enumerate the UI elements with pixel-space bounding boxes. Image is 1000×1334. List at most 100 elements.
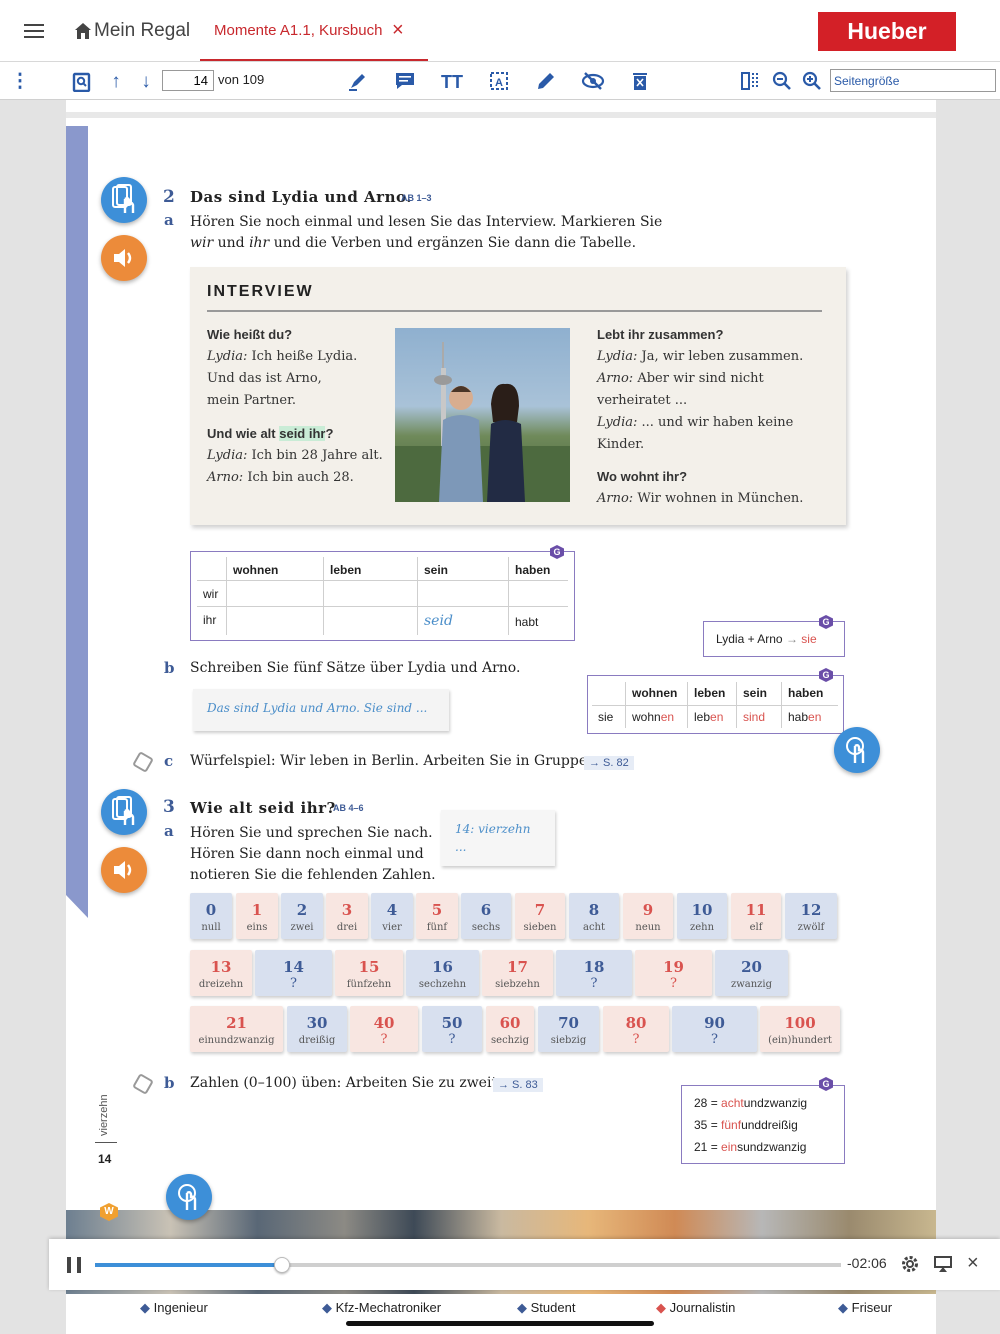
number-tile: 90? bbox=[672, 1006, 757, 1052]
pen-icon[interactable] bbox=[534, 70, 558, 94]
number-digit: 19 bbox=[663, 958, 684, 976]
tab-label: Momente A1.1, Kursbuch bbox=[214, 22, 383, 39]
page-total: von 109 bbox=[218, 72, 265, 87]
number-digit: 0 bbox=[205, 901, 217, 919]
number-tile: 70 siebzig bbox=[538, 1006, 599, 1052]
tab-close-icon[interactable]: × bbox=[392, 19, 404, 42]
home-indicator bbox=[346, 1321, 654, 1326]
number-word: vier bbox=[382, 922, 402, 933]
number-word: zwölf bbox=[797, 922, 825, 933]
settings-icon[interactable] bbox=[901, 1255, 919, 1273]
table2-form: wohnen bbox=[626, 706, 688, 728]
page-layout-icon[interactable] bbox=[738, 70, 762, 94]
number-tile: 18? bbox=[556, 950, 632, 996]
number-word: fünf bbox=[426, 922, 448, 933]
text-box-icon[interactable]: A bbox=[487, 70, 511, 94]
number-tile: 9 neun bbox=[623, 893, 673, 939]
number-tile: 100 (ein)hundert bbox=[760, 1006, 840, 1052]
more-icon[interactable]: ⋮ bbox=[8, 70, 32, 94]
number-digit: 10 bbox=[691, 901, 713, 919]
table1-input[interactable] bbox=[418, 581, 509, 607]
airplay-icon[interactable] bbox=[934, 1255, 952, 1273]
number-digit: 13 bbox=[210, 958, 232, 976]
zoom-out-icon[interactable] bbox=[770, 70, 794, 94]
svg-text:A: A bbox=[495, 77, 503, 89]
number-tile: 11 elf bbox=[731, 893, 781, 939]
brand-logo: Hueber bbox=[818, 12, 956, 51]
number-digit: 100 bbox=[784, 1014, 816, 1032]
workbook-button[interactable] bbox=[101, 789, 147, 835]
interactive-exercise-button[interactable] bbox=[834, 727, 880, 773]
table1-input[interactable] bbox=[227, 607, 324, 635]
ex2a-instruction: Hören Sie noch einmal und lesen Sie das … bbox=[190, 214, 663, 251]
ex2-title: Das sind Lydia und Arno. bbox=[190, 188, 412, 206]
number-digit: 4 bbox=[386, 901, 398, 919]
number-tile: 16 sechzehn bbox=[406, 950, 479, 996]
audio-button[interactable] bbox=[101, 235, 147, 281]
number-word: einundzwanzig bbox=[198, 1035, 275, 1046]
number-word: zwei bbox=[290, 922, 314, 933]
workbook-button[interactable] bbox=[101, 177, 147, 223]
ex2c-page-ref[interactable]: → S. 82 bbox=[584, 756, 634, 770]
job-label: ◆ Student bbox=[517, 1300, 576, 1315]
number-word: ? bbox=[670, 976, 677, 991]
arrow-down-icon[interactable]: ↓ bbox=[134, 70, 158, 94]
table2-form: sind bbox=[737, 706, 782, 728]
table1-input[interactable] bbox=[324, 607, 418, 635]
number-digit: 14 bbox=[283, 958, 304, 976]
number-word: acht bbox=[582, 922, 606, 933]
text-size-icon[interactable]: TT bbox=[440, 70, 464, 94]
page-search-icon[interactable] bbox=[70, 70, 94, 94]
table1-input[interactable] bbox=[324, 581, 418, 607]
table2-person: sie bbox=[592, 706, 626, 728]
ex3b-letter: b bbox=[164, 1074, 175, 1092]
number-word: elf bbox=[749, 922, 763, 933]
table1-corner bbox=[197, 557, 227, 581]
stripe-corner bbox=[66, 895, 88, 918]
comment-icon[interactable] bbox=[393, 70, 417, 94]
ex3-number: 3 bbox=[163, 797, 175, 817]
table1-input[interactable] bbox=[509, 581, 568, 607]
progress-handle[interactable] bbox=[273, 1257, 290, 1273]
progress-track[interactable] bbox=[95, 1257, 841, 1273]
table1-header: leben bbox=[324, 557, 418, 581]
ex2b-instruction: Schreiben Sie fünf Sätze über Lydia und … bbox=[190, 660, 521, 676]
page-top-strip bbox=[66, 100, 936, 118]
number-word: neun bbox=[635, 922, 661, 933]
number-tile: 2 zwei bbox=[281, 893, 323, 939]
number-tile: 10 zehn bbox=[677, 893, 727, 939]
number-word: ? bbox=[590, 976, 598, 991]
highlighter-icon[interactable] bbox=[346, 70, 370, 94]
menu-icon[interactable] bbox=[24, 24, 44, 38]
close-player-icon[interactable]: × bbox=[967, 1252, 979, 1275]
tab-book[interactable]: Momente A1.1, Kursbuch × bbox=[200, 14, 428, 61]
interactive-exercise-button[interactable] bbox=[166, 1174, 212, 1220]
page-divider bbox=[95, 1142, 117, 1143]
number-digit: 20 bbox=[741, 958, 762, 976]
table2-corner bbox=[592, 682, 626, 706]
page-number-input[interactable] bbox=[162, 70, 214, 91]
ex3a-letter: a bbox=[164, 822, 174, 840]
number-word: ? bbox=[711, 1032, 718, 1047]
zoom-select[interactable] bbox=[830, 69, 996, 92]
shelf-link[interactable]: Mein Regal bbox=[94, 20, 190, 42]
ex2c-letter: c bbox=[164, 752, 174, 770]
number-word: sechs bbox=[471, 922, 501, 933]
trash-icon[interactable] bbox=[628, 70, 652, 94]
table1-input[interactable] bbox=[227, 581, 324, 607]
audio-button[interactable] bbox=[101, 847, 147, 893]
number-digit: 18 bbox=[583, 958, 605, 976]
pause-icon[interactable] bbox=[67, 1257, 81, 1273]
hide-annotations-icon[interactable] bbox=[581, 70, 605, 94]
number-tile: 17 siebzehn bbox=[482, 950, 553, 996]
zoom-in-icon[interactable] bbox=[800, 70, 824, 94]
table2-header: sein bbox=[737, 682, 782, 706]
ex3b-page-ref[interactable]: → S. 83 bbox=[493, 1078, 543, 1092]
home-icon[interactable] bbox=[74, 22, 92, 40]
ex2-number: 2 bbox=[163, 187, 175, 207]
ex2c-instruction: Würfelspiel: Wir leben in Berlin. Arbeit… bbox=[190, 753, 601, 769]
number-digit: 1 bbox=[251, 901, 263, 919]
arrow-up-icon[interactable]: ↑ bbox=[104, 70, 128, 94]
page-number: 14 bbox=[98, 1152, 112, 1166]
table1-person: wir bbox=[197, 581, 227, 607]
